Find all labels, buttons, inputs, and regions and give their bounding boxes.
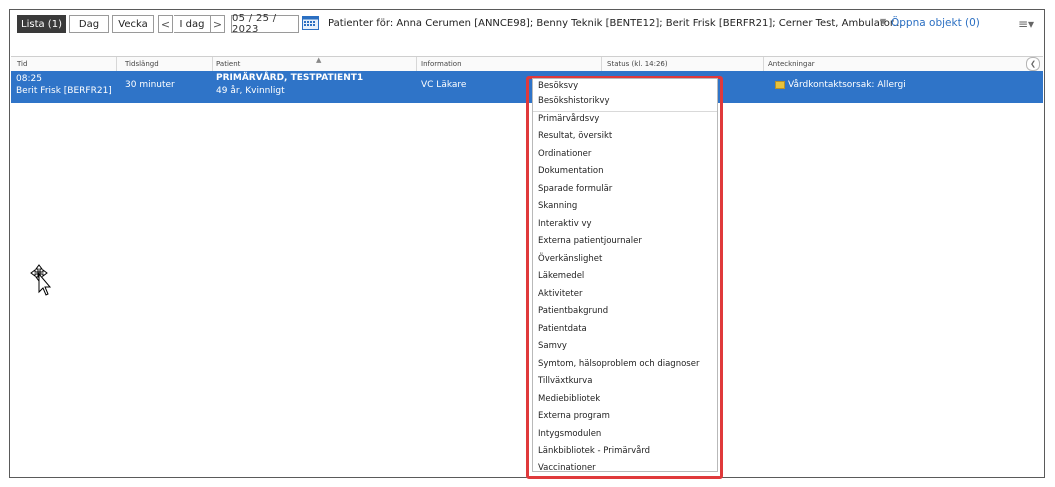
patient-name: PRIMÄRVÅRD, TESTPATIENT1 — [216, 73, 364, 83]
menu-item-externa-patientjournaler[interactable]: Externa patientjournaler — [538, 233, 642, 249]
table-header: Tid Tidslängd Patient ▲ Information Stat… — [11, 56, 1043, 72]
appointment-note: Vårdkontaktsorsak: Allergi — [775, 80, 906, 90]
menu-item-samvy[interactable]: Samvy — [538, 338, 567, 354]
menu-item-dokumentation[interactable]: Dokumentation — [538, 163, 604, 179]
view-list-button[interactable]: Lista (1) — [17, 15, 66, 33]
sort-ascending-icon: ▲ — [316, 56, 322, 64]
column-header-patient[interactable]: Patient — [216, 60, 240, 68]
chevron-right-icon: > — [212, 17, 223, 31]
calendar-icon[interactable] — [302, 15, 319, 30]
date-field[interactable]: 05 / 25 / 2023 — [231, 13, 299, 35]
column-header-notes[interactable]: Anteckningar — [768, 60, 815, 68]
menu-item-ordinationer[interactable]: Ordinationer — [538, 146, 591, 162]
move-cursor-icon — [30, 264, 52, 302]
appointment-information: VC Läkare — [421, 80, 467, 90]
menu-item-skanning[interactable]: Skanning — [538, 198, 577, 214]
open-objects-link[interactable]: Öppna objekt (0) — [891, 17, 980, 29]
menu-item-intygsmodulen[interactable]: Intygsmodulen — [538, 426, 601, 442]
patients-dropdown-icon[interactable]: ▼ — [880, 17, 886, 26]
menu-item-symtom-halsoproblem-diagnoser[interactable]: Symtom, hälsoproblem och diagnoser — [538, 356, 699, 372]
view-week-button[interactable]: Vecka — [112, 15, 154, 33]
appointment-time: 08:25 — [16, 74, 42, 84]
today-button[interactable]: I dag — [174, 15, 210, 33]
chevron-left-icon: < — [160, 17, 171, 31]
menu-item-externa-program[interactable]: Externa program — [538, 408, 610, 424]
patient-age-sex: 49 år, Kvinnligt — [216, 86, 285, 96]
menu-item-interaktiv-vy[interactable]: Interaktiv vy — [538, 216, 592, 232]
column-header-time[interactable]: Tid — [17, 60, 27, 68]
menu-item-lakemedel[interactable]: Läkemedel — [538, 268, 584, 284]
column-header-duration[interactable]: Tidslängd — [125, 60, 159, 68]
collapse-panel-icon[interactable]: ❮ — [1026, 57, 1040, 71]
menu-item-besokshistorikvy[interactable]: Besökshistorikvy — [538, 93, 610, 109]
options-menu-icon[interactable]: ≡▾ — [1018, 17, 1034, 31]
menu-item-resultat-oversikt[interactable]: Resultat, översikt — [538, 128, 612, 144]
prev-day-button[interactable]: < — [158, 15, 173, 33]
column-header-information[interactable]: Information — [421, 60, 462, 68]
menu-item-patientdata[interactable]: Patientdata — [538, 321, 587, 337]
patients-for-label: Patienter för: Anna Cerumen [ANNCE98]; B… — [328, 18, 903, 29]
toolbar: Lista (1) Dag Vecka < I dag > 05 / 25 / … — [10, 10, 1044, 36]
menu-item-vaccinationer[interactable]: Vaccinationer — [538, 460, 596, 476]
menu-item-sparade-formular[interactable]: Sparade formulär — [538, 181, 612, 197]
menu-item-primarvardsvy[interactable]: Primärvårdsvy — [538, 111, 599, 127]
menu-item-lankbibliotek-primarvard[interactable]: Länkbibliotek - Primärvård — [538, 443, 650, 459]
context-menu: Besöksvy Besökshistorikvy Primärvårdsvy … — [532, 78, 718, 473]
note-text: Vårdkontaktsorsak: Allergi — [788, 80, 906, 90]
menu-item-aktiviteter[interactable]: Aktiviteter — [538, 286, 582, 302]
menu-item-tillvaxtkurva[interactable]: Tillväxtkurva — [538, 373, 592, 389]
menu-item-mediebibliotek[interactable]: Mediebibliotek — [538, 391, 600, 407]
menu-item-overkanslighet[interactable]: Överkänslighet — [538, 251, 602, 267]
menu-item-besoksvy[interactable]: Besöksvy — [538, 78, 578, 94]
note-icon — [775, 80, 785, 89]
menu-item-patientbakgrund[interactable]: Patientbakgrund — [538, 303, 608, 319]
column-header-status[interactable]: Status (kl. 14:26) — [607, 60, 668, 68]
view-day-button[interactable]: Dag — [69, 15, 109, 33]
appointment-duration: 30 minuter — [125, 80, 175, 90]
next-day-button[interactable]: > — [210, 15, 225, 33]
staff-name: Berit Frisk [BERFR21] — [16, 86, 112, 96]
